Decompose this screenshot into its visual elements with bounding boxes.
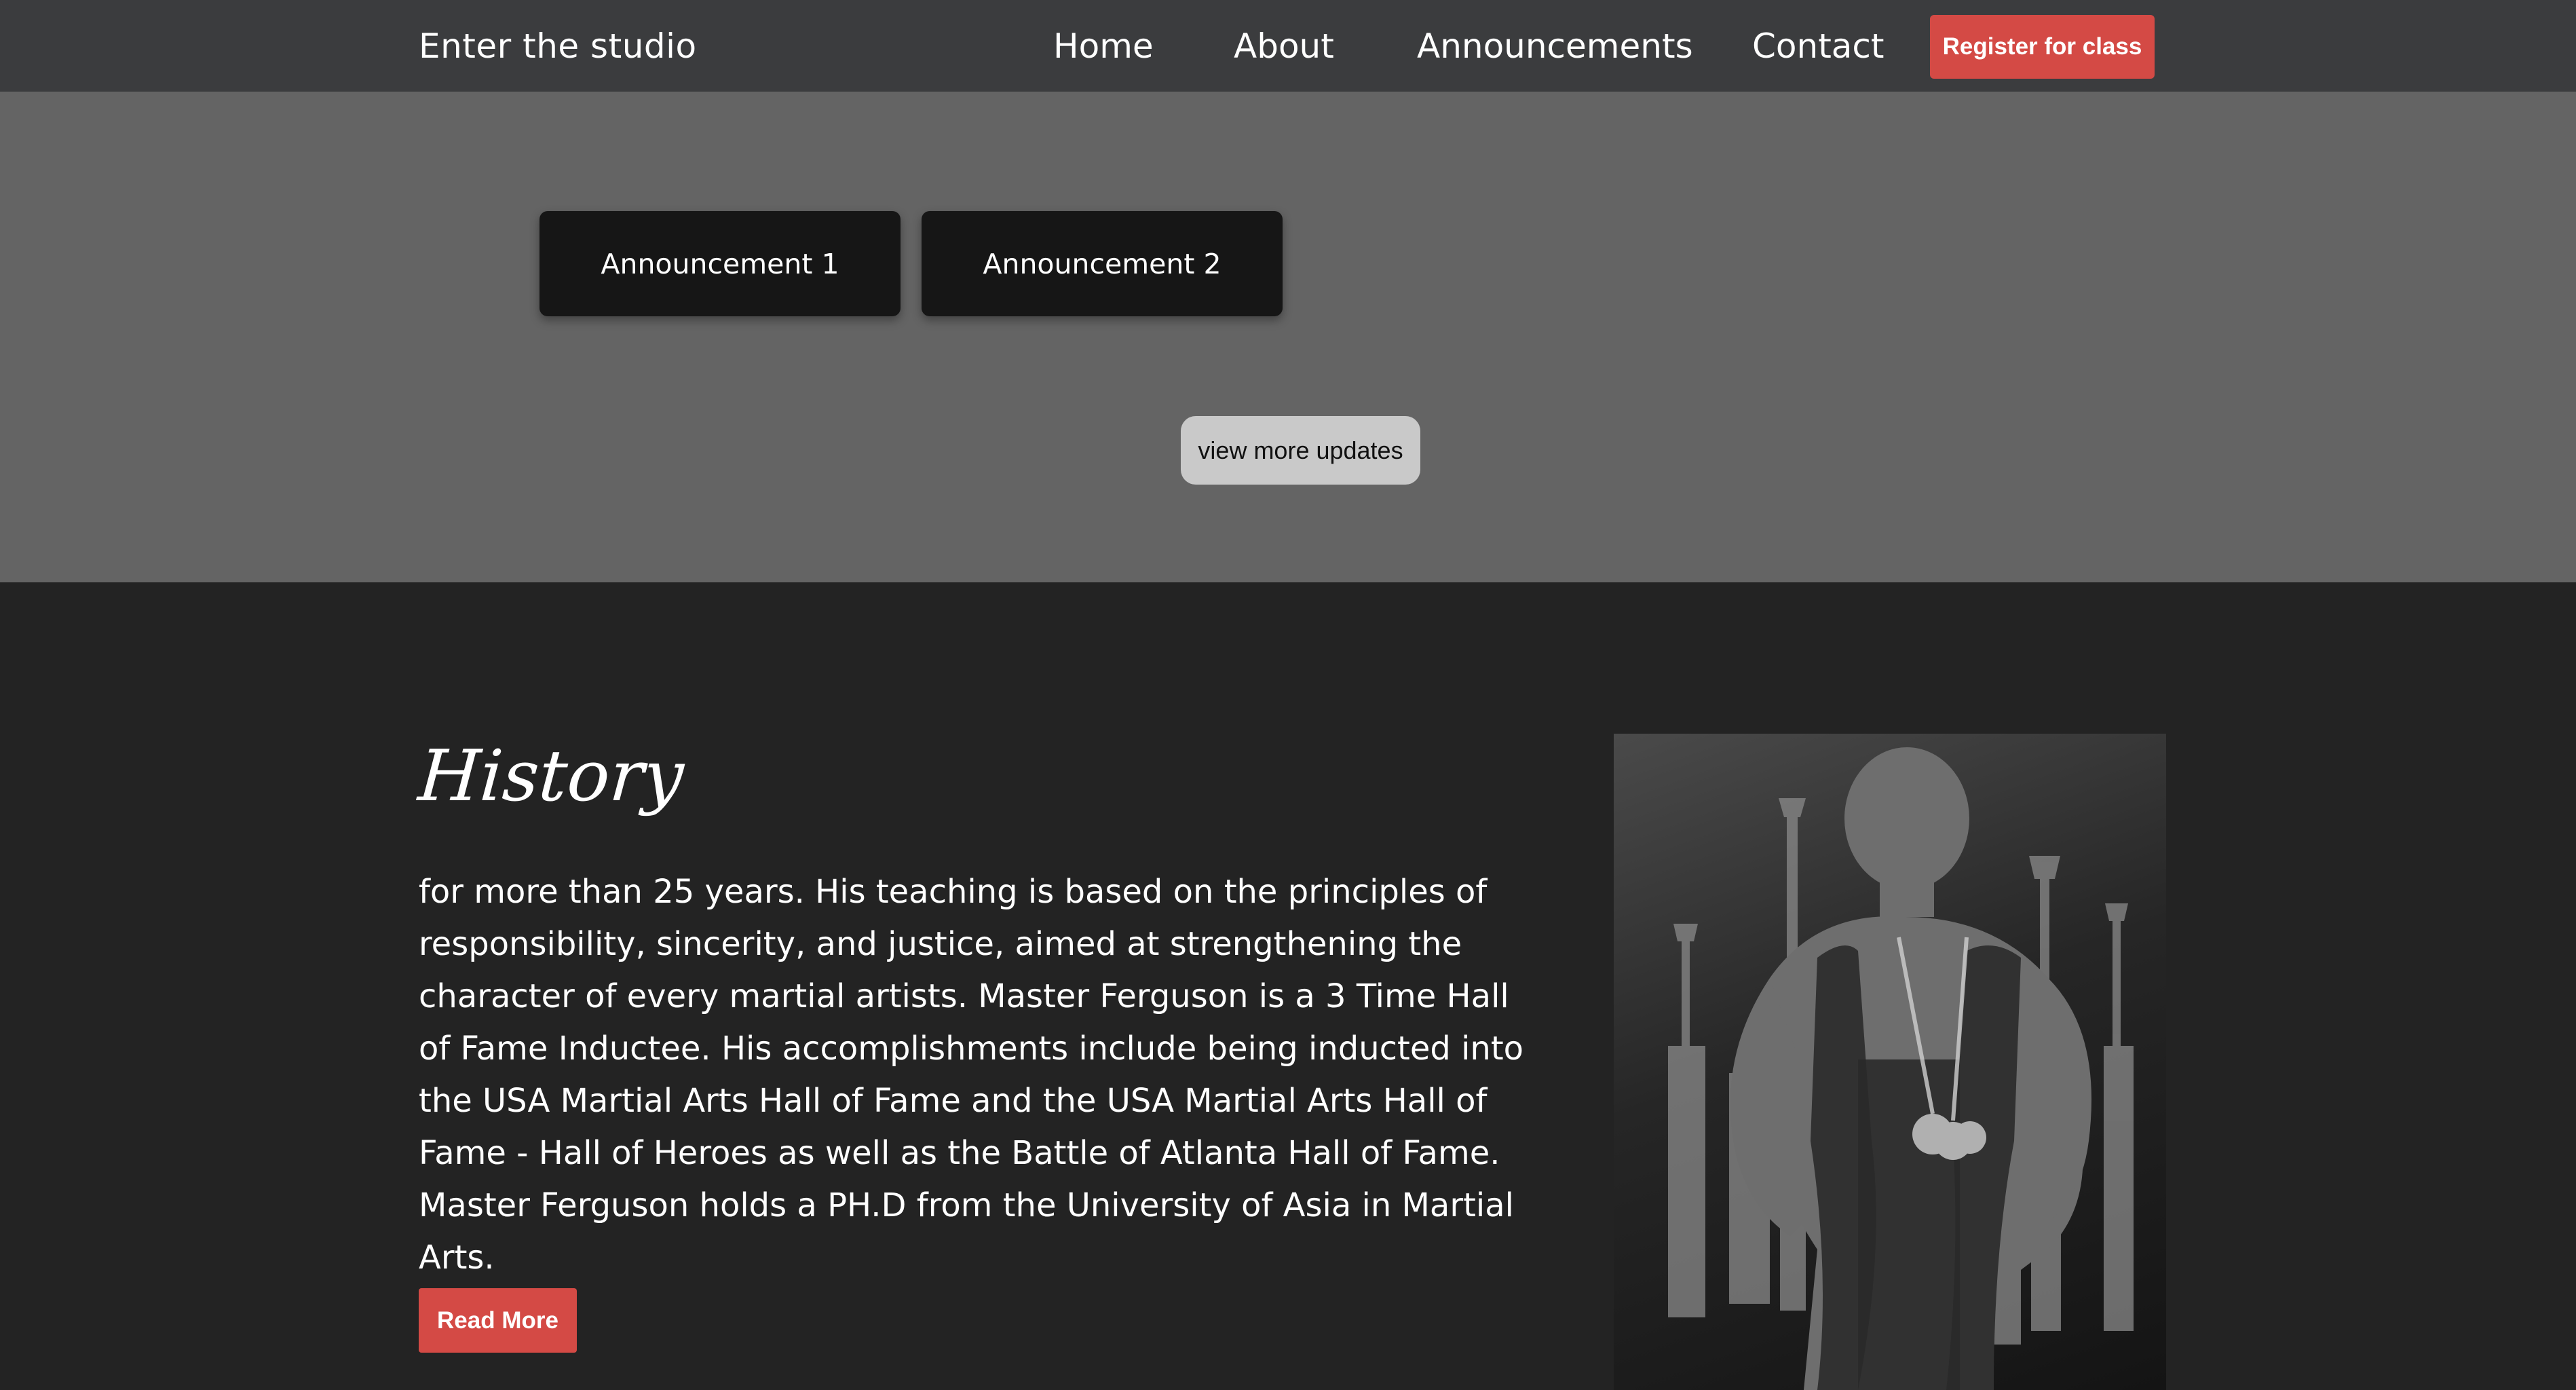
history-body-text: for more than 25 years. His teaching is … xyxy=(419,873,1524,1277)
history-heading: History xyxy=(415,734,687,817)
view-more-updates-button[interactable]: view more updates xyxy=(1181,416,1420,485)
nav-link-about[interactable]: About xyxy=(1234,23,1334,69)
announcement-card-1[interactable]: Announcement 1 xyxy=(539,211,901,316)
portrait-photo-icon xyxy=(1614,734,2166,1390)
register-for-class-button[interactable]: Register for class xyxy=(1930,15,2155,79)
nav-link-contact[interactable]: Contact xyxy=(1752,23,1884,69)
nav-link-announcements[interactable]: Announcements xyxy=(1417,23,1693,69)
read-more-button[interactable]: Read More xyxy=(419,1288,577,1353)
site-brand[interactable]: Enter the studio xyxy=(419,23,697,69)
nav-link-home[interactable]: Home xyxy=(1053,23,1154,69)
announcement-card-2[interactable]: Announcement 2 xyxy=(922,211,1283,316)
history-section: History for more than 25 years. His teac… xyxy=(0,582,2576,1390)
top-navbar: Enter the studio Home About Announcement… xyxy=(0,0,2576,92)
announcements-section: Announcement 1 Announcement 2 view more … xyxy=(0,92,2576,582)
